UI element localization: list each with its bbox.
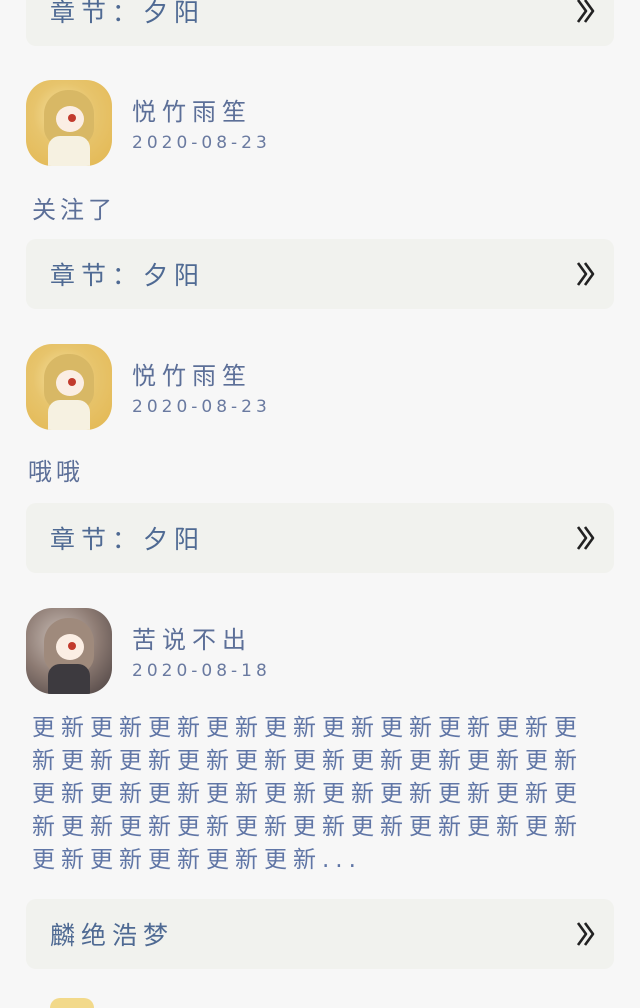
double-chevron-right-icon — [572, 523, 600, 553]
comment-username[interactable]: 悦竹雨笙 — [132, 356, 252, 391]
novel-link-card[interactable]: 麟绝浩梦 — [26, 899, 614, 969]
double-chevron-right-icon — [572, 259, 600, 289]
avatar[interactable] — [26, 344, 112, 430]
chapter-link-label: 章节：夕阳 — [50, 0, 206, 27]
comment-username[interactable]: 悦竹雨笙 — [132, 92, 252, 127]
chapter-link-card[interactable]: 章节：夕阳 — [26, 239, 614, 309]
comment-date: 2020-08-23 — [132, 397, 271, 417]
comment-text: 更新更新更新更新更新更新更新更新更新更新更新更新更新更新更新更新更新更新更新更新… — [32, 715, 583, 873]
novel-link-label: 麟绝浩梦 — [50, 921, 175, 950]
chapter-link-card[interactable]: 章节：夕阳 — [26, 0, 614, 46]
double-chevron-right-icon — [572, 0, 600, 26]
comment-text: 关注了 — [32, 196, 116, 224]
chapter-link-card[interactable]: 章节：夕阳 — [26, 503, 614, 573]
comment-date: 2020-08-18 — [132, 661, 271, 681]
double-chevron-right-icon — [572, 919, 600, 949]
next-avatar-peek — [50, 998, 94, 1008]
avatar[interactable] — [26, 80, 112, 166]
avatar[interactable] — [26, 608, 112, 694]
chapter-link-label: 章节：夕阳 — [50, 261, 206, 290]
comment-username[interactable]: 苦说不出 — [132, 620, 252, 655]
comment-text: 哦哦 — [28, 458, 84, 486]
comment-date: 2020-08-23 — [132, 133, 271, 153]
chapter-link-label: 章节：夕阳 — [50, 525, 206, 554]
